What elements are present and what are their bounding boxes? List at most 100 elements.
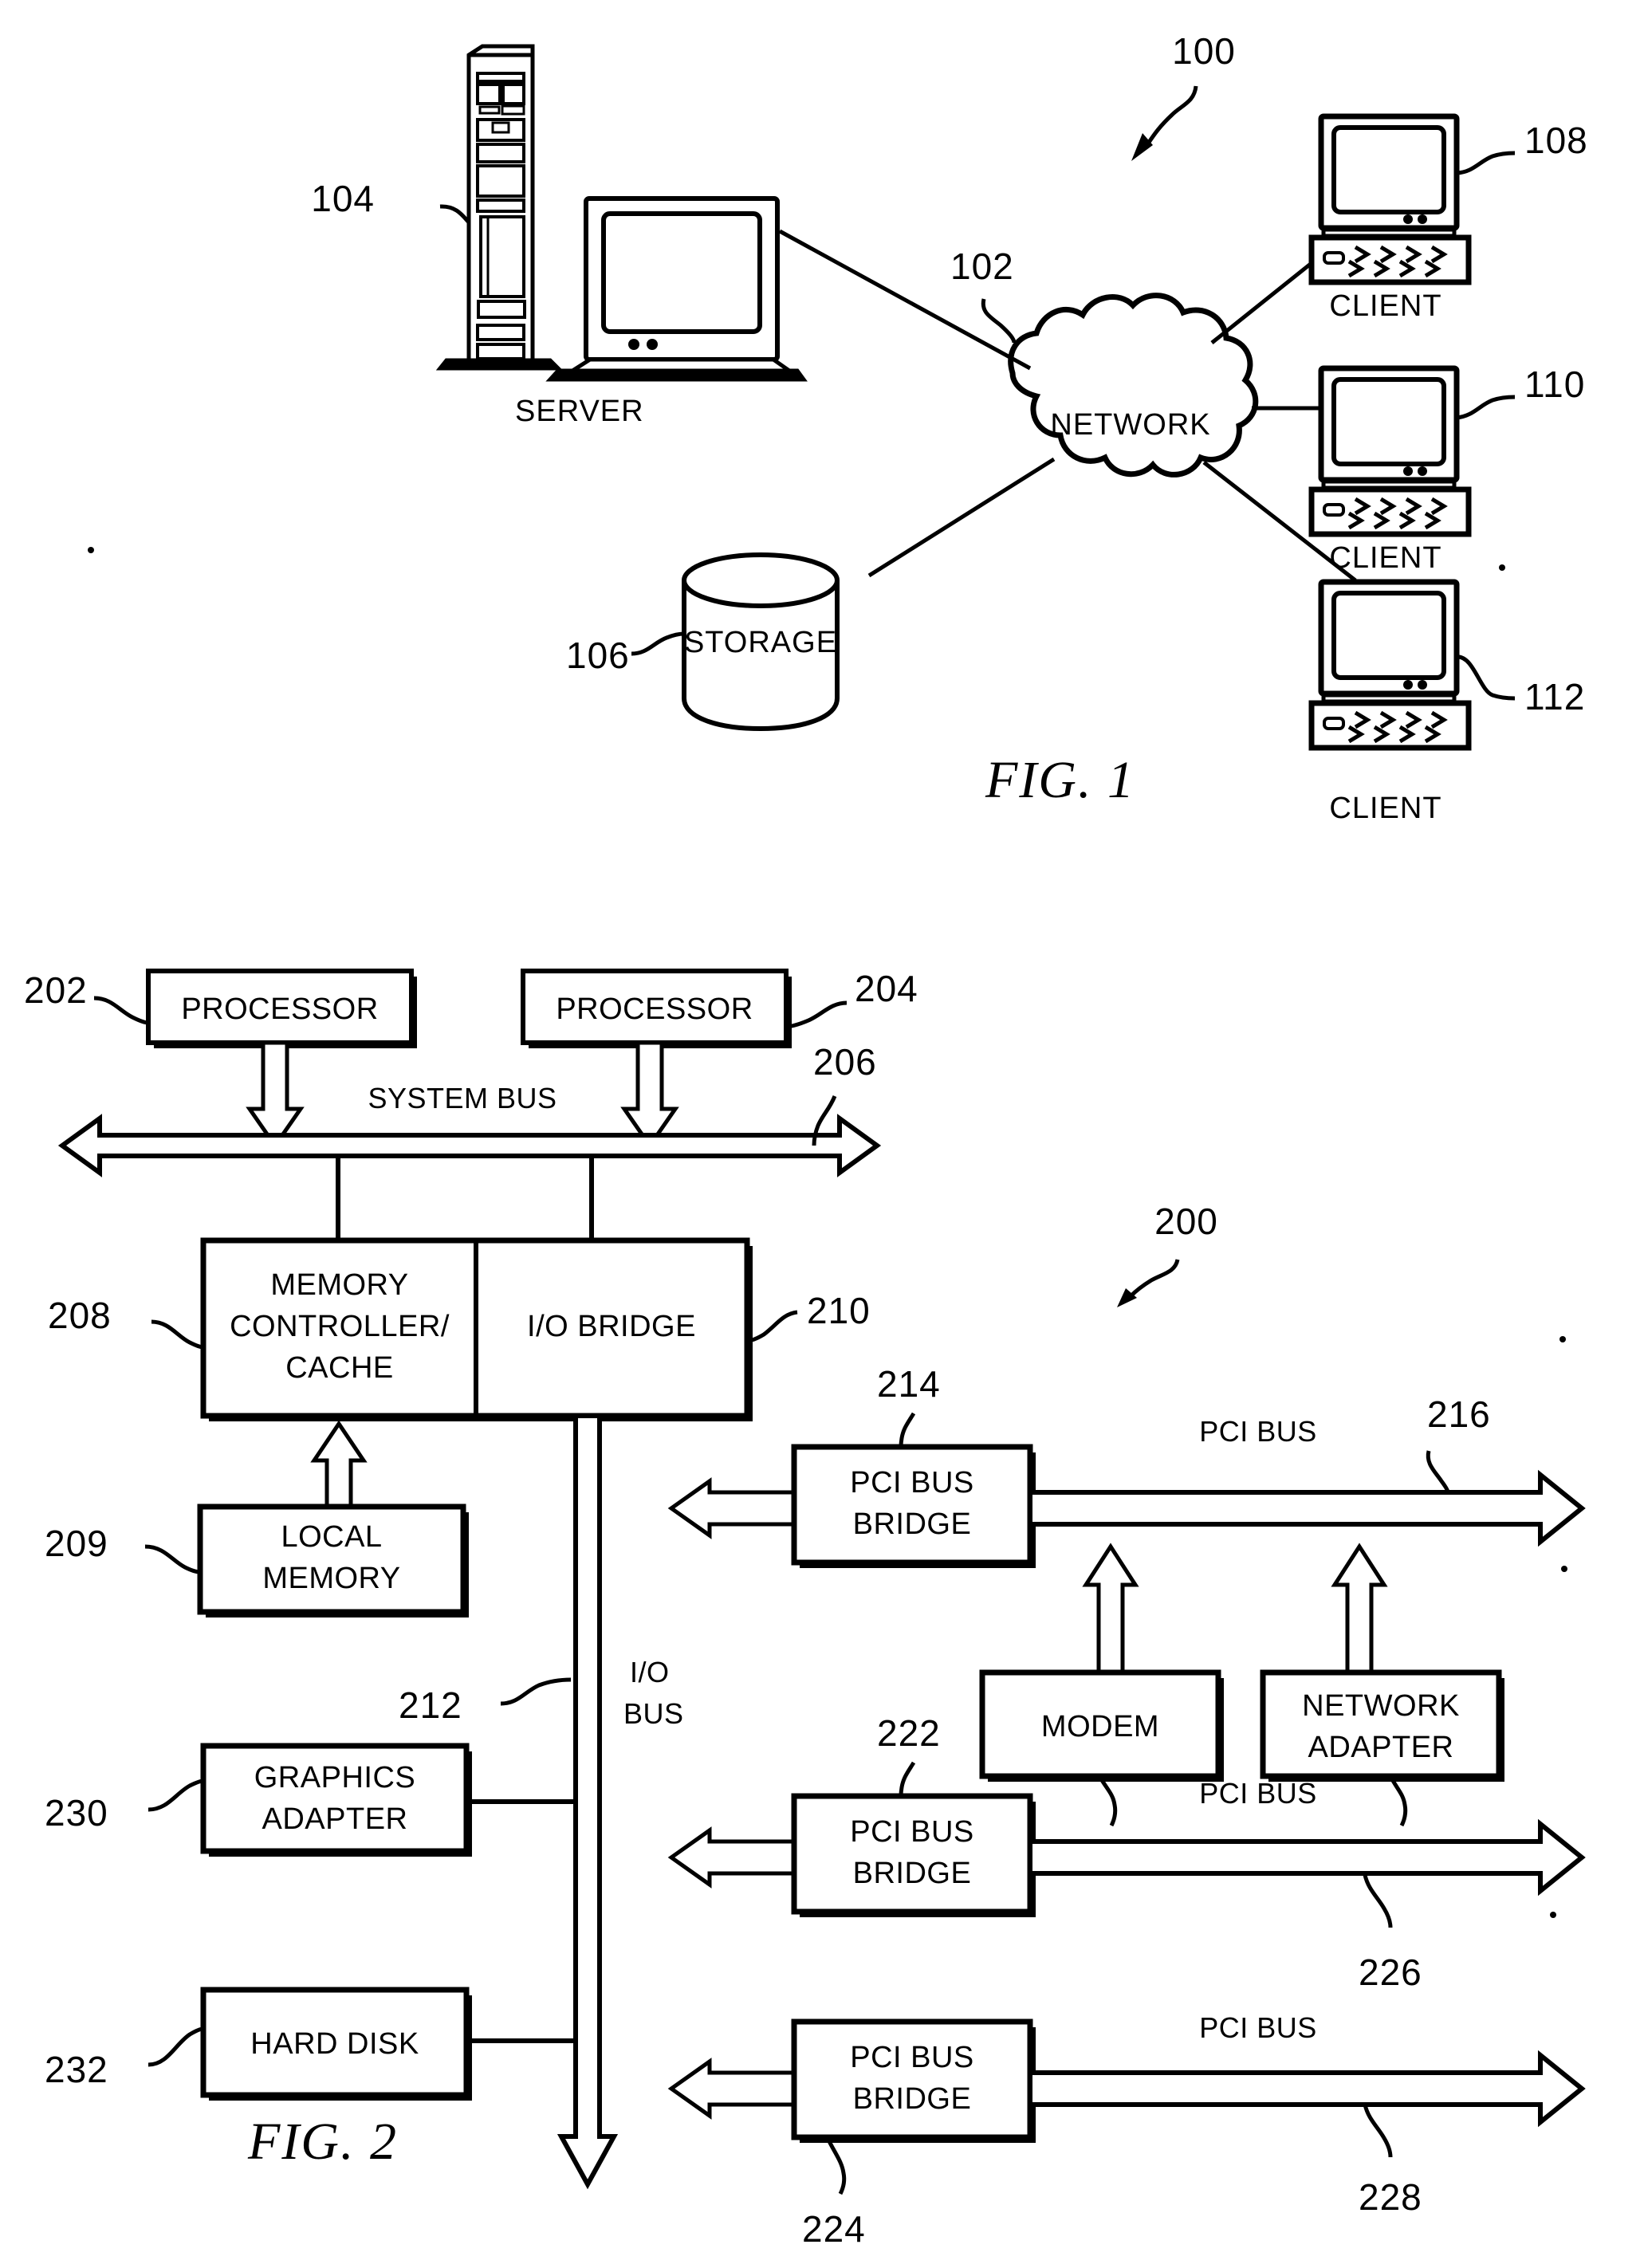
ref-202-label: 202	[24, 969, 88, 1011]
local-memory-arrow	[310, 1420, 368, 1509]
system-bus-label: SYSTEM BUS	[368, 1082, 557, 1114]
scan-speck	[1499, 564, 1505, 571]
ref-212-leader	[500, 1677, 572, 1706]
ref-210-leader	[746, 1310, 798, 1343]
ref-224-label: 224	[802, 2208, 866, 2250]
ref-100-label: 100	[1172, 30, 1236, 72]
scan-speck	[1559, 1336, 1566, 1342]
client-108-label: CLIENT	[1329, 289, 1441, 323]
ref-208-label: 208	[48, 1295, 112, 1336]
ref-222-leader	[899, 1761, 916, 1797]
memory-controller-label-line3: CACHE	[285, 1351, 394, 1385]
fig1-caption: FIG. 1	[985, 751, 1135, 809]
client-112-label: CLIENT	[1329, 792, 1441, 825]
client-112-graphic	[1308, 579, 1472, 751]
graphics-adapter-label-line1: GRAPHICS	[254, 1761, 415, 1794]
ref-210-label: 210	[807, 1290, 871, 1331]
ref-100-leader	[1131, 85, 1198, 161]
ref-232-leader	[147, 2026, 204, 2067]
server-tower-graphic	[435, 44, 564, 371]
ref-112-label: 112	[1524, 676, 1585, 717]
ref-206-label: 206	[813, 1041, 877, 1083]
io-bus-label-line1: I/O	[630, 1656, 670, 1688]
io-bus-label-line2: BUS	[623, 1697, 684, 1730]
ref-209-leader	[144, 1544, 201, 1574]
pci-bus-228-arrow	[1028, 2050, 1586, 2128]
processor-202-label: PROCESSOR	[181, 992, 378, 1026]
pci-bridge-214-io-arrow	[667, 1477, 796, 1539]
ref-104-label: 104	[311, 178, 375, 219]
ref-224-leader	[827, 2140, 847, 2195]
client-108-graphic	[1308, 113, 1472, 285]
ref-212-label: 212	[399, 1684, 462, 1726]
ref-104-leader	[439, 204, 470, 224]
ref-220-leader	[1388, 1775, 1408, 1827]
pci-bridge-222-label-line1: PCI BUS	[850, 1815, 974, 1849]
client-110-label: CLIENT	[1329, 541, 1441, 575]
io-bridge-label: I/O BRIDGE	[527, 1310, 696, 1343]
hard-disk-label: HARD DISK	[250, 2027, 419, 2061]
fig1-connection-lines	[778, 226, 1357, 582]
memory-controller-label-line1: MEMORY	[270, 1268, 408, 1302]
pci-bridge-224-label-line2: BRIDGE	[853, 2082, 972, 2116]
pci-bridge-222-label-line2: BRIDGE	[853, 1857, 972, 1890]
ref-108-label: 108	[1524, 120, 1588, 161]
ref-218-leader	[1097, 1775, 1118, 1827]
ref-102-label: 102	[950, 246, 1014, 287]
processor-204-bus-arrow	[620, 1040, 679, 1150]
network-adapter-label-line2: ADAPTER	[1308, 1731, 1454, 1764]
ref-200-leader	[1117, 1259, 1180, 1307]
ref-202-leader	[93, 996, 149, 1025]
pci-bridge-222-io-arrow	[667, 1826, 796, 1889]
local-memory-label-line1: LOCAL	[281, 1520, 382, 1554]
modem-label: MODEM	[1041, 1710, 1159, 1743]
ref-214-leader	[899, 1412, 916, 1448]
ref-110-leader	[1456, 395, 1516, 420]
network-label: NETWORK	[1050, 408, 1210, 442]
system-bus-arrow	[57, 1114, 882, 1177]
pci-bridge-224-label-line1: PCI BUS	[850, 2041, 974, 2074]
graphics-adapter-label-line2: ADAPTER	[262, 1802, 408, 1836]
patent-drawing-sheet: SERVER 104 NETWORK 102 STORAGE 106 CLIEN…	[0, 0, 1644, 2268]
ref-216-label: 216	[1427, 1393, 1491, 1435]
pci-bridge-214-label-line2: BRIDGE	[853, 1507, 972, 1541]
ref-216-leader	[1426, 1450, 1450, 1493]
memory-controller-label-line2: CONTROLLER/	[230, 1310, 450, 1343]
ref-204-label: 204	[855, 968, 918, 1009]
modem-arrow	[1082, 1543, 1139, 1675]
pci-bus-226-label: PCI BUS	[1199, 1777, 1317, 1810]
ref-110-label: 110	[1524, 364, 1585, 405]
server-label: SERVER	[515, 395, 644, 428]
network-adapter-label-line1: NETWORK	[1302, 1689, 1460, 1723]
ref-228-leader	[1363, 2104, 1393, 2158]
fig2-caption: FIG. 2	[247, 2113, 398, 2171]
server-monitor-graphic	[545, 196, 808, 382]
ref-230-label: 230	[45, 1792, 108, 1834]
ref-112-leader	[1456, 654, 1516, 701]
system-bus-downlinks	[336, 1156, 594, 1240]
pci-bridge-214-label-line1: PCI BUS	[850, 1466, 974, 1500]
client-110-graphic	[1308, 365, 1472, 537]
pci-bus-216-label: PCI BUS	[1199, 1415, 1317, 1448]
ref-232-label: 232	[45, 2049, 108, 2090]
processor-204-label: PROCESSOR	[556, 992, 753, 1026]
pci-bus-228-label: PCI BUS	[1199, 2011, 1317, 2044]
ref-209-label: 209	[45, 1523, 108, 1564]
processor-202-bus-arrow	[246, 1040, 305, 1150]
ref-200-label: 200	[1154, 1201, 1218, 1242]
ref-226-label: 226	[1359, 1952, 1422, 1993]
ref-106-leader	[631, 631, 685, 656]
ref-230-leader	[147, 1779, 204, 1812]
scan-speck	[1550, 1912, 1556, 1918]
storage-label: STORAGE	[684, 626, 837, 659]
ref-106-label: 106	[566, 635, 630, 676]
ref-108-leader	[1456, 151, 1516, 175]
pci-bridge-224-io-arrow	[667, 2058, 796, 2120]
scan-speck	[88, 547, 94, 553]
ref-208-leader	[151, 1319, 204, 1350]
ref-102-leader	[981, 298, 1017, 344]
ref-204-leader	[785, 1000, 848, 1029]
figure-1-and-2-canvas: SERVER 104 NETWORK 102 STORAGE 106 CLIEN…	[24, 30, 1588, 2250]
ref-228-label: 228	[1359, 2176, 1422, 2218]
scan-speck	[1561, 1566, 1567, 1572]
